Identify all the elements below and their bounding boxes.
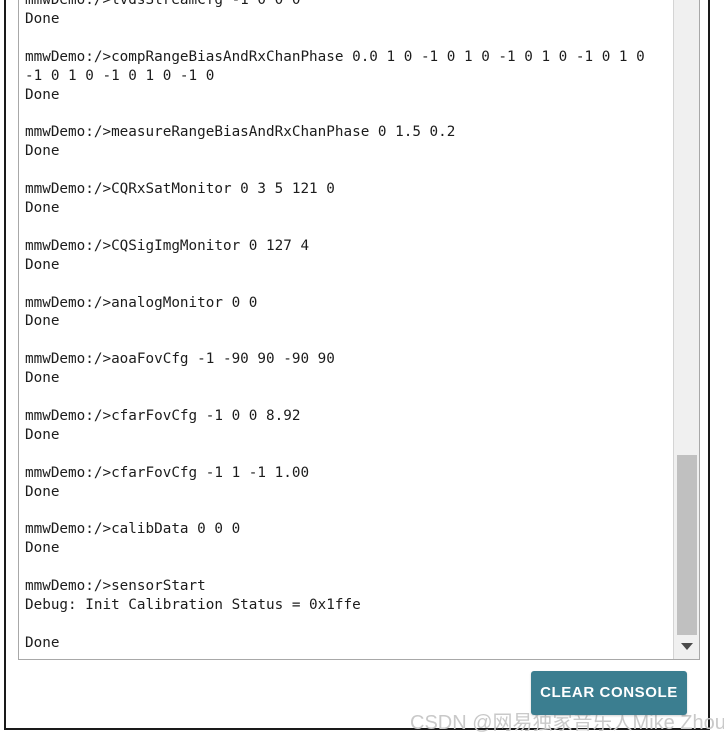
clear-console-button[interactable]: CLEAR CONSOLE xyxy=(531,671,687,715)
console-scrollbar[interactable] xyxy=(673,0,699,659)
console-panel: mmwDemo:/>lvdsStreamCfg -1 0 0 0 Done mm… xyxy=(4,0,724,734)
console-output-textarea[interactable]: mmwDemo:/>lvdsStreamCfg -1 0 0 0 Done mm… xyxy=(18,0,700,660)
console-output-text: mmwDemo:/>lvdsStreamCfg -1 0 0 0 Done mm… xyxy=(25,0,645,651)
scrollbar-thumb[interactable] xyxy=(677,455,697,635)
chevron-down-icon[interactable] xyxy=(674,639,699,653)
chevron-down-glyph xyxy=(681,642,693,650)
